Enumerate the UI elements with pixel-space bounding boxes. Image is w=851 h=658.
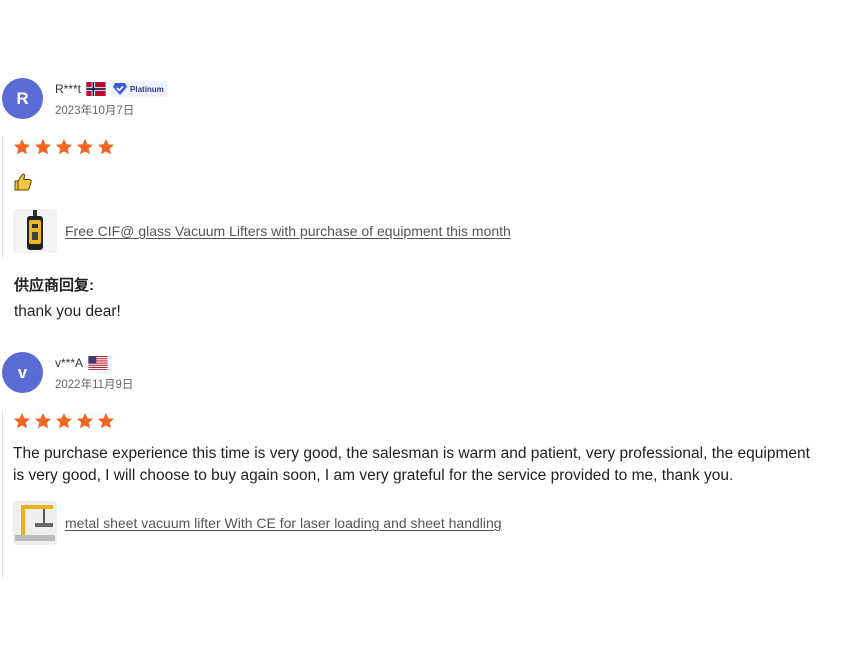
vacuum-lifter-image bbox=[27, 210, 43, 250]
star-icon bbox=[76, 412, 94, 429]
badge-label: Platinum bbox=[130, 84, 164, 94]
reply-title: 供应商回复: bbox=[14, 277, 94, 294]
star-icon bbox=[97, 138, 115, 155]
star-icon bbox=[34, 412, 52, 429]
reply-text: thank you dear! bbox=[14, 303, 121, 320]
avatar: R bbox=[2, 78, 43, 119]
star-icon bbox=[55, 412, 73, 429]
thumbs-up-icon bbox=[14, 173, 32, 191]
star-icon bbox=[13, 138, 31, 155]
product-title-link[interactable]: Free CIF@ glass Vacuum Lifters with purc… bbox=[65, 223, 511, 239]
avatar: v bbox=[2, 352, 43, 393]
norway-flag-icon bbox=[86, 82, 106, 96]
review-date: 2022年11月9日 bbox=[55, 379, 134, 391]
star-icon bbox=[13, 412, 31, 429]
star-icon bbox=[76, 138, 94, 155]
platinum-badge: Platinum bbox=[111, 81, 168, 97]
diamond-check-icon bbox=[113, 83, 128, 95]
review-body: The purchase experience this time is ver… bbox=[2, 410, 833, 578]
star-rating bbox=[13, 412, 833, 430]
star-rating bbox=[13, 138, 833, 156]
product-title-link[interactable]: metal sheet vacuum lifter With CE for la… bbox=[65, 515, 502, 531]
review-body: Free CIF@ glass Vacuum Lifters with purc… bbox=[2, 136, 833, 258]
product-thumbnail[interactable] bbox=[13, 209, 57, 253]
sheet-lifter-image bbox=[13, 501, 57, 545]
reviewer-name: R***t bbox=[55, 82, 82, 96]
star-icon bbox=[55, 138, 73, 155]
product-thumbnail[interactable] bbox=[13, 501, 57, 545]
reviewer-info: v***A bbox=[55, 354, 109, 372]
star-icon bbox=[34, 138, 52, 155]
product-link-row[interactable]: metal sheet vacuum lifter With CE for la… bbox=[13, 501, 833, 545]
star-icon bbox=[97, 412, 115, 429]
reviews-page: R R***t Platinum 2023年10月7日 Free CIF@ gl… bbox=[0, 0, 851, 658]
product-link-row[interactable]: Free CIF@ glass Vacuum Lifters with purc… bbox=[13, 209, 833, 253]
supplier-reply: 供应商回复: thank you dear! bbox=[14, 274, 121, 321]
reviewer-name: v***A bbox=[55, 356, 84, 370]
review-date: 2023年10月7日 bbox=[55, 105, 135, 117]
review-text: The purchase experience this time is ver… bbox=[13, 445, 810, 484]
usa-flag-icon bbox=[88, 356, 108, 370]
reviewer-info: R***t Platinum bbox=[55, 80, 168, 98]
